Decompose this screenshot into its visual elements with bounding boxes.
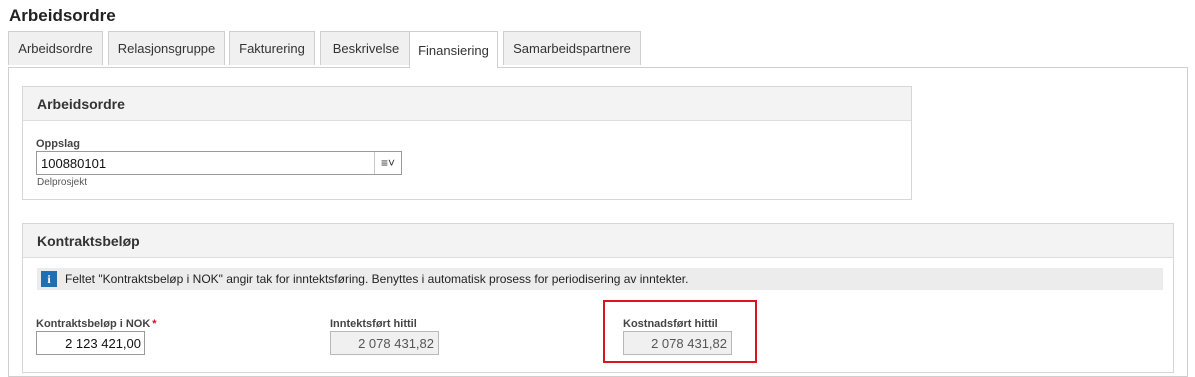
tab-finansiering[interactable]: Finansiering: [409, 31, 498, 68]
tab-beskrivelse[interactable]: Beskrivelse: [320, 31, 412, 65]
kontrakt-panel-title: Kontraktsbeløp: [23, 224, 1173, 258]
oppslag-label: Oppslag: [36, 138, 81, 150]
kontrakt-panel: Kontraktsbeløp i Feltet "Kontraktsbeløp …: [22, 223, 1174, 373]
tab-arbeidsordre[interactable]: Arbeidsordre: [8, 31, 103, 65]
page-title: Arbeidsordre: [9, 6, 116, 25]
inntektsfort-label: Inntektsført hittil: [330, 318, 417, 330]
arbeidsordre-panel: Arbeidsordre Oppslag 100880101 ≡˅ Delpro…: [22, 86, 912, 200]
kontraktsbelop-label-text: Kontraktsbeløp i NOK: [36, 318, 151, 330]
list-dropdown-icon[interactable]: ≡˅: [374, 152, 401, 174]
kontraktsbelop-input[interactable]: 2 123 421,00: [36, 331, 145, 355]
tab-samarbeidspartnere[interactable]: Samarbeidspartnere: [503, 31, 641, 65]
info-banner: i Feltet "Kontraktsbeløp i NOK" angir ta…: [37, 268, 1163, 290]
info-icon: i: [41, 271, 57, 287]
tab-fakturering[interactable]: Fakturering: [229, 31, 315, 65]
tab-relasjonsgruppe[interactable]: Relasjonsgruppe: [108, 31, 225, 65]
oppslag-input[interactable]: 100880101 ≡˅: [36, 151, 402, 175]
oppslag-value: 100880101: [41, 156, 107, 171]
oppslag-sublabel: Delprosjekt: [37, 177, 88, 188]
inntektsfort-field: 2 078 431,82: [330, 331, 439, 355]
kontraktsbelop-label: Kontraktsbeløp i NOK *: [36, 318, 157, 330]
required-mark: *: [152, 318, 157, 330]
highlight-box: [603, 300, 757, 363]
arbeidsordre-panel-title: Arbeidsordre: [23, 87, 911, 121]
info-text: Feltet "Kontraktsbeløp i NOK" angir tak …: [65, 272, 689, 286]
